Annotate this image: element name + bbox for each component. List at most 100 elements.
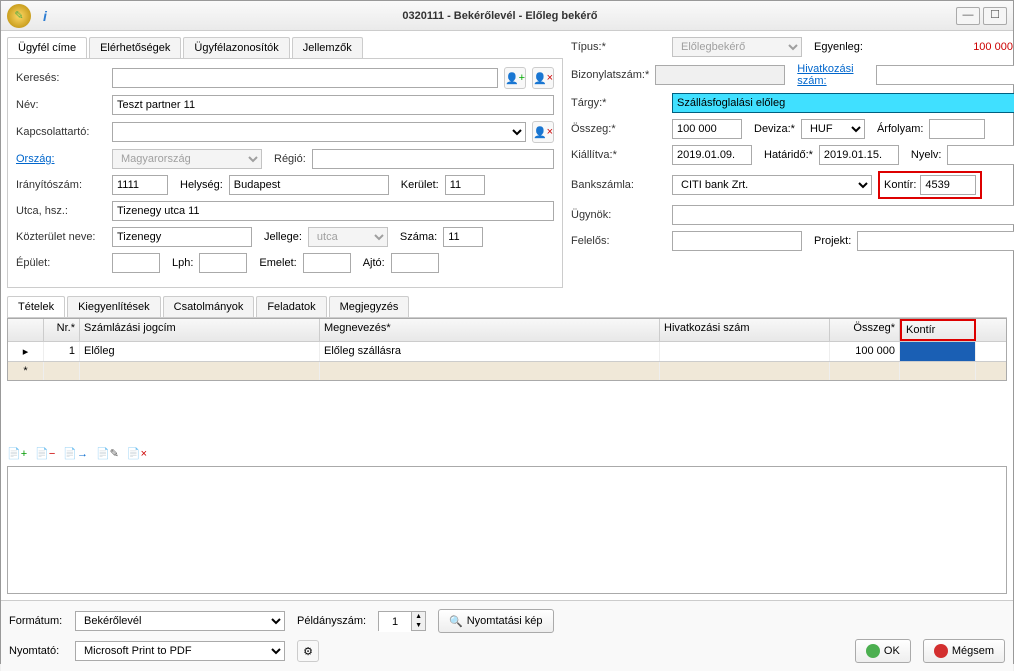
note-textarea[interactable] — [7, 466, 1007, 594]
delete-row-icon[interactable]: 📄− — [35, 447, 55, 460]
cell-jogcim[interactable]: Előleg — [80, 342, 320, 361]
cell-osszeg[interactable]: 100 000 — [830, 342, 900, 361]
public-area-input[interactable] — [112, 227, 252, 247]
items-grid[interactable]: Nr.* Számlázási jogcím Megnevezés* Hivat… — [7, 318, 1007, 381]
floor-input[interactable] — [303, 253, 351, 273]
deadline-input[interactable] — [819, 145, 899, 165]
region-input[interactable] — [312, 149, 554, 169]
tab-settlements[interactable]: Kiegyenlítések — [67, 296, 161, 317]
tab-contacts[interactable]: Elérhetőségek — [89, 37, 181, 58]
app-icon: ✎ — [7, 4, 31, 28]
move-row-icon[interactable]: 📄→ — [63, 447, 88, 460]
doctype-select[interactable]: Előlegbekérő — [672, 37, 802, 57]
printer-settings-icon[interactable]: ⚙ — [297, 640, 319, 662]
search-input[interactable] — [112, 68, 498, 88]
print-preview-button[interactable]: 🔍 Nyomtatási kép — [438, 609, 554, 633]
ok-button[interactable]: OK — [855, 639, 911, 663]
cancel-label: Mégsem — [952, 645, 994, 657]
cell-megnev[interactable]: Előleg szállásra — [320, 342, 660, 361]
type-select[interactable]: utca — [308, 227, 388, 247]
cancel-button[interactable]: Mégsem — [923, 639, 1005, 663]
name-label: Név: — [16, 99, 106, 111]
tab-attachments[interactable]: Csatolmányok — [163, 296, 255, 317]
number-input[interactable] — [443, 227, 483, 247]
deadline-label: Határidő:* — [764, 149, 813, 161]
tab-tasks[interactable]: Feladatok — [256, 296, 326, 317]
tab-items[interactable]: Tételek — [7, 296, 65, 317]
rate-label: Árfolyam: — [877, 123, 923, 135]
table-row[interactable]: ▸ 1 Előleg Előleg szállásra 100 000 — [8, 341, 1006, 361]
docnum-label: Bizonylatszám:* — [571, 69, 649, 81]
zip-input[interactable] — [112, 175, 168, 195]
subject-input[interactable] — [672, 93, 1014, 113]
printer-label: Nyomtató: — [9, 645, 69, 657]
tab-customer-ids[interactable]: Ügyfélazonosítók — [183, 37, 289, 58]
row-indicator-header — [8, 319, 44, 341]
lang-label: Nyelv: — [911, 149, 942, 161]
tab-customer-address[interactable]: Ügyfél címe — [7, 37, 87, 58]
col-kontir[interactable]: Kontír — [900, 319, 976, 341]
number-label: Száma: — [400, 231, 437, 243]
tab-note[interactable]: Megjegyzés — [329, 296, 410, 317]
balance-value: 100 000,00 — [880, 41, 1014, 53]
country-select[interactable]: Magyarország — [112, 149, 262, 169]
col-jogcim[interactable]: Számlázási jogcím — [80, 319, 320, 341]
cell-nr[interactable]: 1 — [44, 342, 80, 361]
copies-down-icon[interactable]: ▼ — [411, 621, 425, 630]
lang-select[interactable] — [947, 145, 1014, 165]
search-label: Keresés: — [16, 72, 106, 84]
printer-select[interactable]: Microsoft Print to PDF — [75, 641, 285, 661]
district-input[interactable] — [445, 175, 485, 195]
check-icon — [866, 644, 880, 658]
building-input[interactable] — [112, 253, 160, 273]
remove-contact-icon[interactable]: 👤× — [532, 121, 554, 143]
street-input[interactable] — [112, 201, 554, 221]
amount-label: Összeg:* — [571, 123, 666, 135]
door-input[interactable] — [391, 253, 439, 273]
kontir-label: Kontír: — [884, 179, 916, 191]
col-osszeg[interactable]: Összeg* — [830, 319, 900, 341]
staircase-label: Lph: — [172, 257, 193, 269]
floor-label: Emelet: — [259, 257, 296, 269]
country-label[interactable]: Ország: — [16, 153, 106, 165]
currency-select[interactable]: HUF — [801, 119, 865, 139]
col-megnev[interactable]: Megnevezés* — [320, 319, 660, 341]
amount-input[interactable] — [672, 119, 742, 139]
col-hivszam[interactable]: Hivatkozási szám — [660, 319, 830, 341]
add-customer-icon[interactable]: 👤+ — [504, 67, 526, 89]
maximize-button[interactable]: ☐ — [983, 7, 1007, 25]
kontir-input[interactable] — [920, 175, 976, 195]
project-input[interactable] — [857, 231, 1014, 251]
district-label: Kerület: — [401, 179, 439, 191]
format-select[interactable]: Bekérőlevél — [75, 611, 285, 631]
remove-row-icon[interactable]: 📄× — [127, 447, 147, 460]
resp-input[interactable] — [672, 231, 802, 251]
zip-label: Irányítószám: — [16, 179, 106, 191]
rate-input[interactable] — [929, 119, 985, 139]
copies-spinner[interactable]: ▲▼ — [378, 611, 426, 631]
agent-input[interactable] — [672, 205, 1014, 225]
refnum-input[interactable] — [876, 65, 1014, 85]
issued-label: Kiállítva:* — [571, 149, 666, 161]
name-input[interactable] — [112, 95, 554, 115]
cell-hivszam[interactable] — [660, 342, 830, 361]
contact-select[interactable] — [112, 122, 526, 142]
city-input[interactable] — [229, 175, 389, 195]
copies-input[interactable] — [379, 612, 411, 632]
copies-up-icon[interactable]: ▲ — [411, 612, 425, 621]
refnum-label[interactable]: Hivatkozási szám: — [797, 63, 870, 87]
docnum-input[interactable] — [655, 65, 785, 85]
minimize-button[interactable]: — — [956, 7, 980, 25]
table-row[interactable]: * — [8, 361, 1006, 380]
bank-select[interactable]: CITI bank Zrt. — [672, 175, 872, 195]
staircase-input[interactable] — [199, 253, 247, 273]
cell-kontir[interactable] — [900, 342, 976, 361]
remove-customer-icon[interactable]: 👤× — [532, 67, 554, 89]
col-nr[interactable]: Nr.* — [44, 319, 80, 341]
edit-row-icon[interactable]: 📄✎ — [96, 447, 119, 460]
tab-properties[interactable]: Jellemzők — [292, 37, 363, 58]
issued-input[interactable] — [672, 145, 752, 165]
new-row-indicator-icon: * — [8, 362, 44, 380]
add-row-icon[interactable]: 📄+ — [7, 447, 27, 460]
type-label: Jellege: — [264, 231, 302, 243]
